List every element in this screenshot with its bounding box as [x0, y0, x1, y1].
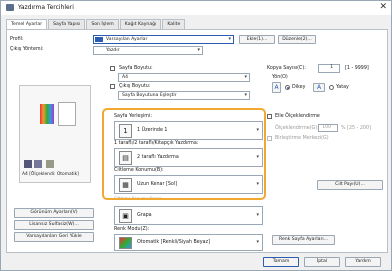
output-size-icon: [110, 84, 115, 89]
page-size-label: Sayfa Boyutu:: [119, 66, 153, 71]
booklet-center-label: Birleştirme Merkezi(G): [275, 136, 329, 141]
copies-label: Kopya Sayısı(C):: [267, 66, 306, 71]
preview-toggle-icon[interactable]: [24, 160, 32, 168]
close-icon[interactable]: ✕: [379, 2, 387, 12]
printer-app-icon: [6, 4, 14, 11]
copies-range: [1 - 9999]: [345, 66, 369, 71]
tab-bar: Temel Ayarlar Sayfa Yapısı Son İşlem Kağ…: [6, 19, 186, 30]
view-settings-button[interactable]: Görünüm Ayarları(V): [14, 208, 94, 218]
chevron-down-icon: ▾: [197, 47, 200, 53]
restore-defaults-button[interactable]: Varsayılanları Geri Yükle: [14, 232, 94, 242]
output-method-value: Yazdır: [106, 48, 120, 53]
output-size-value: Sayfa Boyutuna Eşleştir: [122, 93, 177, 98]
scaling-stepper[interactable]: 100: [318, 124, 338, 132]
profile-label: Profil:: [10, 37, 24, 42]
preview-printer-icon[interactable]: [34, 160, 42, 168]
color-mode-icon: [119, 237, 132, 249]
chevron-down-icon: ▾: [228, 36, 231, 42]
tab-page-setup[interactable]: Sayfa Yapısı: [48, 19, 86, 29]
manual-scaling-checkbox[interactable]: [267, 114, 272, 119]
page-size-icon: [110, 66, 115, 71]
tab-paper-source[interactable]: Kağıt Kaynağı: [119, 19, 162, 29]
dialog-window: Yazdırma Tercihleri ✕ Temel Ayarlar Sayf…: [0, 0, 392, 271]
color-mode-label: Renk Modu(Z):: [114, 227, 150, 232]
help-button[interactable]: Yardım: [345, 257, 381, 267]
chevron-down-icon: ▾: [244, 74, 247, 80]
gutter-button[interactable]: Cilt Payı(U)...: [317, 180, 383, 190]
chevron-down-icon: ▾: [256, 212, 259, 218]
copies-stepper[interactable]: 1: [318, 64, 340, 73]
preview-settings-icon[interactable]: [46, 160, 54, 168]
output-size-label: Çıkış Boyutu:: [119, 84, 151, 89]
output-method-label: Çıkış Yöntemi:: [10, 47, 44, 52]
staple-icon: ▣: [119, 209, 132, 223]
edit-profile-button[interactable]: Düzenle(2)...: [278, 35, 316, 44]
profile-select[interactable]: Varsayılan Ayarlar ▾: [93, 35, 234, 44]
scaling-range: % [25 - 200]: [341, 126, 371, 131]
output-size-select[interactable]: Sayfa Boyutuna Eşleştir ▾: [118, 91, 250, 100]
cancel-button[interactable]: İptal: [304, 257, 340, 267]
color-settings-button[interactable]: Renk Sayfa Ayarları...: [272, 235, 335, 245]
page-size-value: A4: [122, 75, 129, 80]
page-size-select[interactable]: A4 ▾: [118, 73, 250, 82]
orientation-label: Yön(O): [272, 75, 288, 80]
landscape-label: Yatay: [336, 85, 349, 90]
tab-finishing[interactable]: Son İşlem: [86, 19, 119, 29]
landscape-icon: A: [313, 83, 325, 92]
color-mode-select[interactable]: Otomatik [Renkli/Siyah Beyaz] ▾: [114, 234, 263, 251]
profile-value: Varsayılan Ayarlar: [106, 37, 148, 42]
title-bar: Yazdırma Tercihleri ✕: [1, 1, 391, 15]
portrait-label: Dikey: [292, 85, 306, 90]
portrait-icon: A: [272, 82, 281, 93]
staple-value: Grapa: [137, 213, 152, 218]
page-preview: A4 [Ölçeklendi: Otomatik]: [19, 85, 91, 183]
staple-select[interactable]: ▣ Grapa ▾: [114, 206, 263, 225]
preview-caption: A4 [Ölçeklendi: Otomatik]: [22, 172, 79, 177]
output-method-select[interactable]: Yazdır ▾: [93, 46, 203, 55]
ok-button[interactable]: Tamam: [263, 257, 299, 267]
scaling-label: Ölçeklendirme(G):: [275, 126, 319, 131]
add-profile-button[interactable]: Ekle(1)...: [239, 35, 275, 44]
preview-page: [58, 102, 76, 126]
highlight-frame: [102, 108, 266, 200]
manual-scaling-label: Elle Ölçeklendirme: [275, 114, 320, 119]
preview-color-image: [40, 104, 54, 124]
chevron-down-icon: ▾: [244, 92, 247, 98]
license-button[interactable]: Lisansız Sulfasiz(W)...: [14, 220, 94, 230]
landscape-radio[interactable]: [329, 85, 334, 90]
window-title: Yazdırma Tercihleri: [18, 4, 74, 11]
tab-quality[interactable]: Kalite: [162, 19, 186, 29]
portrait-radio[interactable]: [285, 85, 290, 90]
booklet-center-checkbox[interactable]: [267, 136, 272, 141]
color-mode-value: Otomatik [Renkli/Siyah Beyaz]: [137, 240, 210, 245]
chevron-down-icon: ▾: [256, 239, 259, 245]
profile-icon: [95, 37, 103, 42]
